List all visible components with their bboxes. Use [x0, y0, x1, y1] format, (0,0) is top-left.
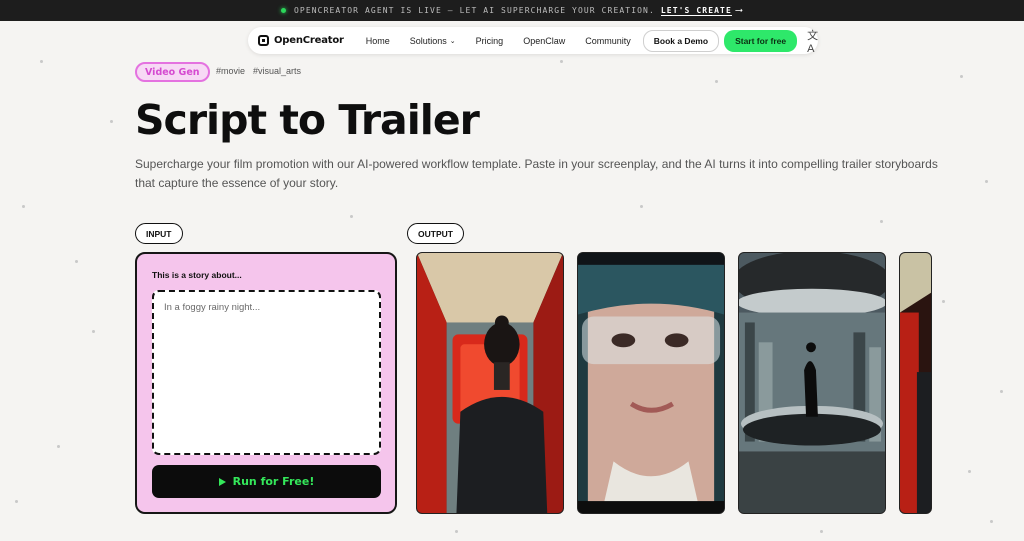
output-frame-2[interactable]	[577, 252, 725, 514]
output-frame-4[interactable]	[899, 252, 932, 514]
logo-icon	[258, 35, 269, 46]
run-for-free-button[interactable]: Run for Free!	[152, 465, 381, 498]
category-tag[interactable]: Video Gen	[135, 62, 210, 82]
nav-link-solutions-label: Solutions	[409, 35, 447, 46]
announcement-cta-link[interactable]: LET'S CREATE	[660, 6, 732, 16]
nav-link-pricing[interactable]: Pricing	[476, 36, 504, 46]
nav-link-community[interactable]: Community	[585, 36, 631, 46]
live-indicator-icon	[280, 8, 286, 13]
start-free-button[interactable]: Start for free	[724, 29, 798, 52]
navbar: OpenCreator Home Solutions ⌄ Pricing Ope…	[248, 27, 818, 55]
visor-portrait-image	[578, 253, 724, 513]
output-frame-1[interactable]	[416, 252, 564, 514]
input-card: This is a story about... In a foggy rain…	[135, 252, 397, 514]
logo-text: OpenCreator	[274, 35, 344, 46]
page-title: Script to Trailer	[135, 96, 480, 144]
story-input[interactable]: In a foggy rainy night...	[152, 290, 381, 455]
platform-silhouette-image	[739, 253, 885, 513]
corridor-scene-image	[417, 253, 563, 513]
logo[interactable]: OpenCreator	[258, 35, 344, 46]
corridor-partial-image	[900, 253, 931, 513]
story-prompt-label: This is a story about...	[152, 270, 242, 280]
play-icon	[218, 477, 226, 486]
nav-link-solutions[interactable]: Solutions ⌄	[410, 36, 456, 46]
nav-link-home[interactable]: Home	[366, 36, 390, 46]
hashtag-movie[interactable]: #movie	[216, 66, 245, 76]
input-pill: INPUT	[135, 223, 183, 244]
page-description: Supercharge your film promotion with our…	[135, 157, 938, 190]
nav-link-openclaw[interactable]: OpenClaw	[523, 36, 565, 46]
announcement-bar: OPENCREATOR AGENT IS LIVE — LET AI SUPER…	[0, 0, 1024, 21]
output-frame-3[interactable]	[738, 252, 886, 514]
book-demo-button[interactable]: Book a Demo	[642, 29, 720, 52]
chevron-down-icon: ⌄	[449, 37, 456, 45]
arrow-right-icon[interactable]: ⟶	[736, 5, 743, 16]
announcement-text: OPENCREATOR AGENT IS LIVE — LET AI SUPER…	[293, 6, 655, 15]
run-button-label: Run for Free!	[232, 475, 315, 488]
translate-icon[interactable]: 文A	[807, 27, 818, 55]
output-pill: OUTPUT	[407, 223, 464, 244]
hashtag-visual-arts[interactable]: #visual_arts	[253, 66, 301, 76]
